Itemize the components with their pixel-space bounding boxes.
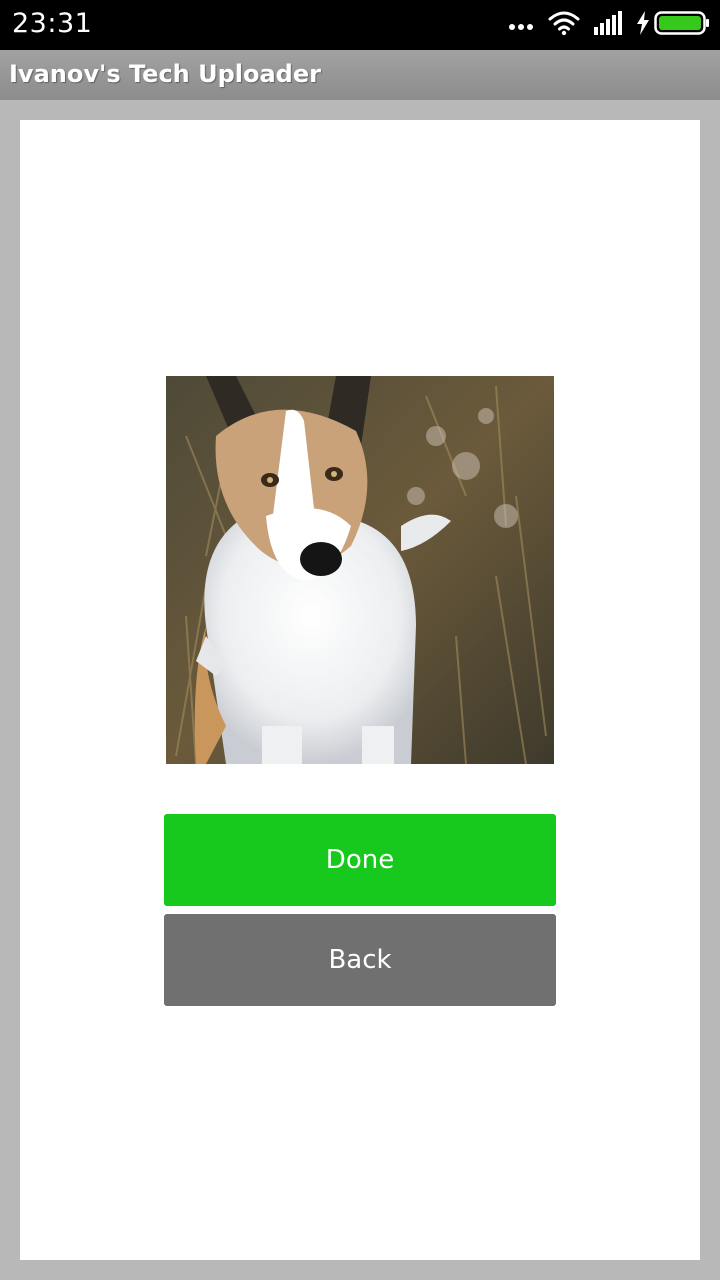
content-card: Done Back — [20, 120, 700, 1260]
status-icons — [508, 10, 710, 40]
app-title: Ivanov's Tech Uploader — [9, 60, 321, 88]
back-button[interactable]: Back — [164, 914, 556, 1006]
app-bar: Ivanov's Tech Uploader — [0, 50, 720, 100]
status-time: 23:31 — [12, 8, 93, 39]
more-dots-icon — [508, 16, 534, 35]
battery-icon — [654, 11, 710, 39]
charging-bolt-icon — [636, 11, 650, 39]
signal-icon — [594, 11, 624, 39]
status-bar: 23:31 — [0, 0, 720, 50]
done-button[interactable]: Done — [164, 814, 556, 906]
wifi-icon — [548, 10, 580, 40]
dog-photo — [166, 376, 554, 764]
